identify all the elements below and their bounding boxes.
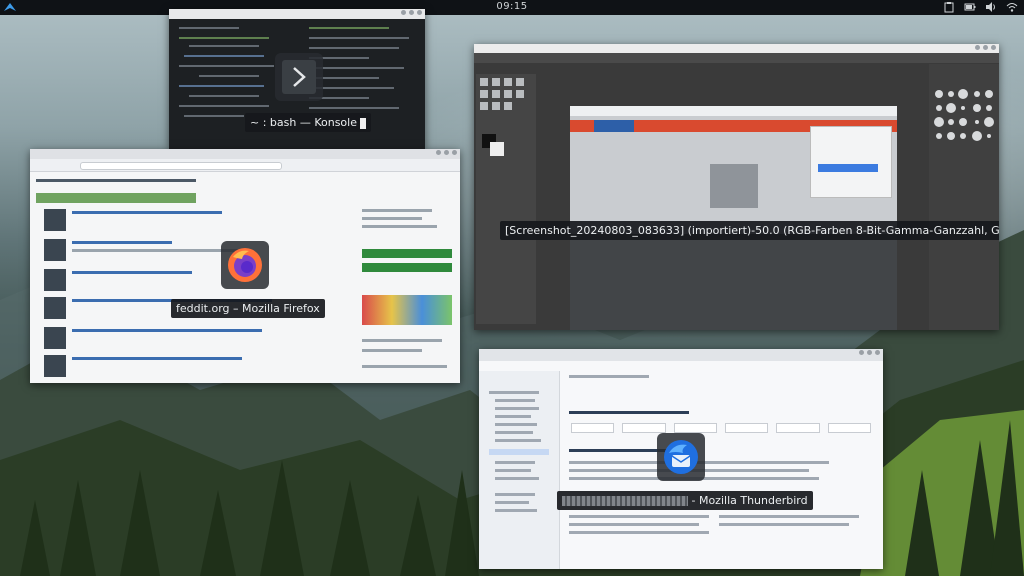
thunderbird-tab-bar[interactable]	[479, 349, 883, 361]
maximize-icon[interactable]	[983, 45, 988, 50]
top-panel: 09:15	[0, 0, 1024, 15]
close-icon[interactable]	[991, 45, 996, 50]
maximize-icon[interactable]	[867, 350, 872, 355]
address-bar[interactable]	[30, 159, 460, 172]
firefox-icon	[221, 241, 269, 289]
minimize-icon[interactable]	[436, 150, 441, 155]
clock[interactable]: 09:15	[0, 1, 1024, 12]
brushes-dock[interactable]	[929, 64, 999, 330]
thunderbird-caption: - Mozilla Thunderbird	[557, 491, 813, 510]
thunderbird-window[interactable]: - Mozilla Thunderbird	[479, 349, 883, 569]
close-icon[interactable]	[417, 10, 422, 15]
konsole-caption: ~ : bash — Konsole	[245, 113, 371, 132]
konsole-titlebar[interactable]	[169, 9, 425, 19]
minimize-icon[interactable]	[859, 350, 864, 355]
firefox-window[interactable]: feddit.org – Mozilla Firefox	[30, 149, 460, 383]
gimp-window[interactable]: [Screenshot_20240803_083633] (importiert…	[474, 44, 999, 330]
thunderbird-icon	[657, 433, 705, 481]
maximize-icon[interactable]	[444, 150, 449, 155]
clipboard-icon[interactable]	[943, 1, 955, 13]
image-canvas[interactable]	[570, 106, 897, 330]
wifi-icon[interactable]	[1006, 1, 1018, 13]
close-icon[interactable]	[452, 150, 457, 155]
konsole-window[interactable]: ~ : bash — Konsole	[169, 9, 425, 149]
gimp-menubar[interactable]	[474, 53, 999, 63]
volume-icon[interactable]	[985, 1, 997, 13]
browser-tab-bar[interactable]	[30, 149, 460, 159]
gimp-titlebar[interactable]	[474, 44, 999, 53]
minimize-icon[interactable]	[975, 45, 980, 50]
konsole-icon	[275, 53, 323, 101]
maximize-icon[interactable]	[409, 10, 414, 15]
toolbox[interactable]	[476, 74, 536, 324]
system-tray	[943, 1, 1018, 13]
battery-icon[interactable]	[964, 1, 976, 13]
gimp-caption: [Screenshot_20240803_083633] (importiert…	[500, 221, 999, 240]
folder-pane[interactable]	[479, 371, 560, 569]
firefox-caption: feddit.org – Mozilla Firefox	[171, 299, 325, 318]
minimize-icon[interactable]	[401, 10, 406, 15]
blurred-account-name	[562, 496, 688, 506]
close-icon[interactable]	[875, 350, 880, 355]
